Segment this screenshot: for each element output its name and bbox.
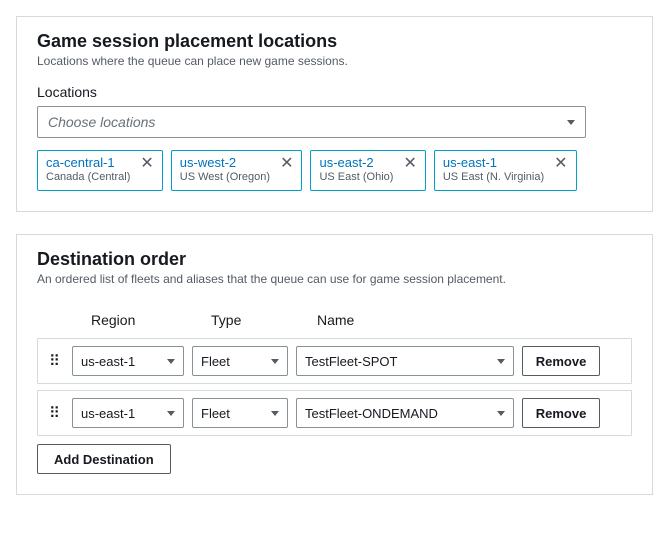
remove-button[interactable]: Remove — [522, 398, 600, 428]
add-destination-button[interactable]: Add Destination — [37, 444, 171, 474]
locations-label: Locations — [37, 84, 632, 100]
destination-order-panel: Destination order An ordered list of fle… — [16, 234, 653, 495]
col-name: Name — [317, 312, 547, 328]
col-type: Type — [211, 312, 317, 328]
type-select[interactable]: Fleet — [192, 398, 288, 428]
location-tag: us-east-1 US East (N. Virginia) ✕ — [434, 150, 577, 191]
locations-select[interactable]: Choose locations — [37, 106, 586, 138]
drag-handle-icon[interactable]: ⠿ — [46, 404, 64, 422]
close-icon[interactable]: ✕ — [140, 155, 153, 172]
tag-name: US East (N. Virginia) — [443, 171, 544, 185]
chevron-down-icon — [167, 411, 175, 416]
location-tag: us-east-2 US East (Ohio) ✕ — [310, 150, 425, 191]
type-select[interactable]: Fleet — [192, 346, 288, 376]
type-value: Fleet — [201, 354, 230, 369]
destination-table-header: Region Type Name — [37, 302, 632, 338]
remove-button[interactable]: Remove — [522, 346, 600, 376]
chevron-down-icon — [567, 120, 575, 125]
close-icon[interactable]: ✕ — [280, 155, 293, 172]
destination-title: Destination order — [37, 249, 632, 270]
name-select[interactable]: TestFleet-SPOT — [296, 346, 514, 376]
locations-placeholder: Choose locations — [48, 114, 155, 130]
panel-header: Destination order An ordered list of fle… — [17, 235, 652, 298]
region-select[interactable]: us-east-1 — [72, 346, 184, 376]
name-select[interactable]: TestFleet-ONDEMAND — [296, 398, 514, 428]
col-region: Region — [91, 312, 211, 328]
placement-desc: Locations where the queue can place new … — [37, 54, 632, 68]
destination-row: ⠿ us-east-1 Fleet TestFleet-ONDEMAND Rem… — [37, 390, 632, 436]
region-value: us-east-1 — [81, 406, 135, 421]
tag-name: Canada (Central) — [46, 171, 130, 185]
tag-code: us-east-1 — [443, 155, 544, 171]
tag-name: US West (Oregon) — [180, 171, 270, 185]
chevron-down-icon — [271, 411, 279, 416]
type-value: Fleet — [201, 406, 230, 421]
tag-code: us-east-2 — [319, 155, 393, 171]
location-tag: ca-central-1 Canada (Central) ✕ — [37, 150, 163, 191]
panel-header: Game session placement locations Locatio… — [17, 17, 652, 80]
placement-title: Game session placement locations — [37, 31, 632, 52]
name-value: TestFleet-ONDEMAND — [305, 406, 438, 421]
destination-desc: An ordered list of fleets and aliases th… — [37, 272, 632, 286]
chevron-down-icon — [497, 359, 505, 364]
location-tag: us-west-2 US West (Oregon) ✕ — [171, 150, 303, 191]
tag-code: us-west-2 — [180, 155, 270, 171]
region-select[interactable]: us-east-1 — [72, 398, 184, 428]
placement-locations-panel: Game session placement locations Locatio… — [16, 16, 653, 212]
location-tags: ca-central-1 Canada (Central) ✕ us-west-… — [37, 150, 632, 191]
name-value: TestFleet-SPOT — [305, 354, 397, 369]
chevron-down-icon — [497, 411, 505, 416]
chevron-down-icon — [167, 359, 175, 364]
chevron-down-icon — [271, 359, 279, 364]
tag-name: US East (Ohio) — [319, 171, 393, 185]
region-value: us-east-1 — [81, 354, 135, 369]
close-icon[interactable]: ✕ — [554, 155, 567, 172]
destination-row: ⠿ us-east-1 Fleet TestFleet-SPOT Remove — [37, 338, 632, 384]
close-icon[interactable]: ✕ — [403, 155, 416, 172]
tag-code: ca-central-1 — [46, 155, 130, 171]
drag-handle-icon[interactable]: ⠿ — [46, 352, 64, 370]
